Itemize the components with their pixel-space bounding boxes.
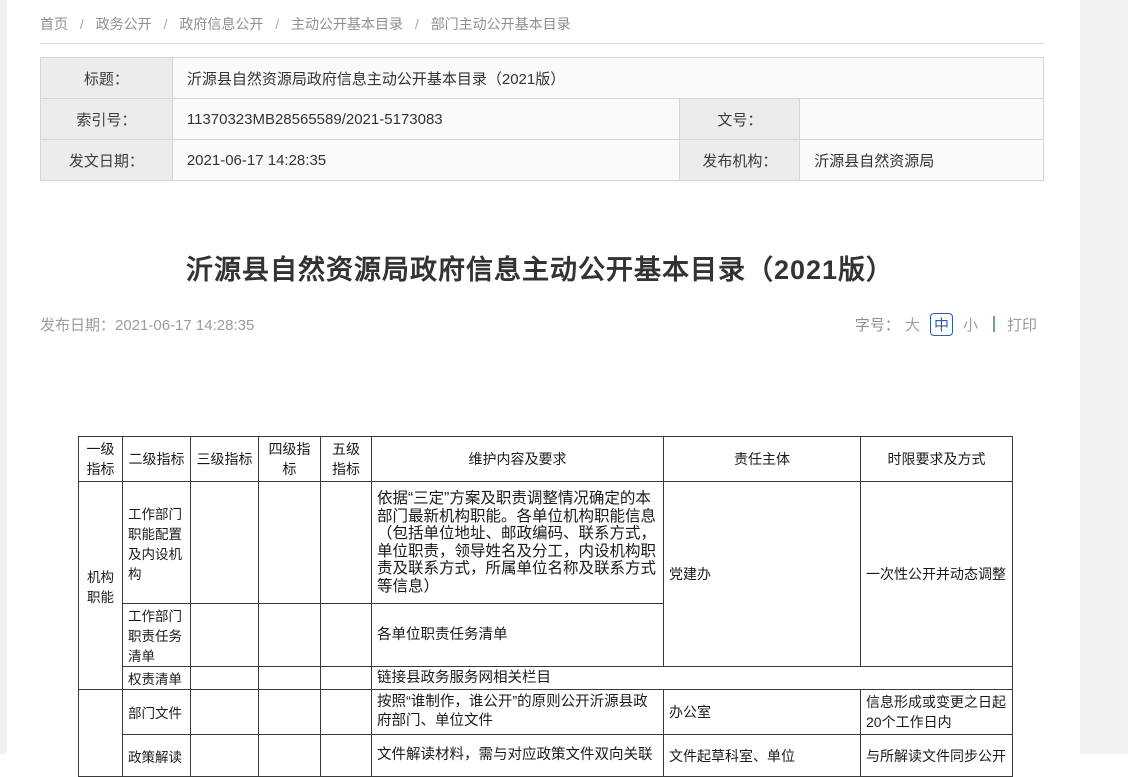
cell-deadline: 信息形成或变更之日起20个工作日内: [861, 690, 1013, 735]
content-area: 首页 / 政务公开 / 政府信息公开 / 主动公开基本目录 / 部门主动公开基本…: [7, 0, 1080, 754]
empty-cell: [191, 482, 259, 604]
empty-cell: [321, 735, 372, 777]
catalog-table: 一级指标 二级指标 三级指标 四级指标 五级指标 维护内容及要求 责任主体 时限…: [78, 436, 1013, 777]
table-row: 权责清单 链接县政务服务网相关栏目: [79, 667, 1013, 690]
info-row-date: 发文日期： 2021-06-17 14:28:35 发布机构： 沂源县自然资源局: [41, 140, 1044, 181]
page-left-margin: [0, 0, 7, 754]
empty-cell: [259, 482, 321, 604]
empty-cell: [191, 604, 259, 667]
empty-cell: [191, 735, 259, 777]
catalog-header-row: 一级指标 二级指标 三级指标 四级指标 五级指标 维护内容及要求 责任主体 时限…: [79, 437, 1013, 482]
font-size-label: 字号：: [855, 314, 900, 335]
font-small-button[interactable]: 小: [963, 314, 978, 335]
cell-content: 依据“三定”方案及职责调整情况确定的本部门最新机构职能。各单位机构职能信息（包括…: [372, 482, 664, 604]
empty-cell: [259, 690, 321, 735]
article-toolbar: 字号： 大 中 小 打印: [855, 313, 1037, 336]
header-responsible: 责任主体: [664, 437, 861, 482]
header-level1: 一级指标: [79, 437, 123, 482]
cell-level2: 工作部门职能配置及内设机构: [123, 482, 191, 604]
empty-cell: [259, 735, 321, 777]
cell-responsible: 文件起草科室、单位: [664, 735, 861, 777]
header-content: 维护内容及要求: [372, 437, 664, 482]
info-label-index: 索引号：: [41, 99, 173, 140]
cell-level2: 政策解读: [123, 735, 191, 777]
info-value-agency: 沂源县自然资源局: [800, 140, 1044, 181]
empty-cell: [321, 690, 372, 735]
breadcrumb-link-gov-info-disclosure[interactable]: 政府信息公开: [179, 16, 263, 32]
empty-cell: [191, 690, 259, 735]
publish-date: 发布日期：2021-06-17 14:28:35: [40, 314, 254, 335]
info-value-docnum: [800, 99, 1044, 140]
font-medium-button[interactable]: 中: [930, 313, 953, 336]
table-row: 政策解读 文件解读材料，需与对应政策文件双向关联 文件起草科室、单位 与所解读文…: [79, 735, 1013, 777]
empty-cell: [79, 690, 123, 777]
breadcrumb-separator: /: [415, 16, 419, 32]
cell-responsible: 党建办: [664, 482, 861, 667]
article-meta-row: 发布日期：2021-06-17 14:28:35 字号： 大 中 小 打印: [40, 310, 1037, 338]
info-label-agency: 发布机构：: [680, 140, 800, 181]
toolbar-divider: [993, 316, 995, 332]
table-row: 部门文件 按照“谁制作，谁公开”的原则公开沂源县政府部门、单位文件 办公室 信息…: [79, 690, 1013, 735]
cell-content: 按照“谁制作，谁公开”的原则公开沂源县政府部门、单位文件: [372, 690, 664, 735]
document-info-table: 标题： 沂源县自然资源局政府信息主动公开基本目录（2021版） 索引号： 113…: [40, 57, 1044, 181]
cell-responsible: 办公室: [664, 690, 861, 735]
cell-deadline: 一次性公开并动态调整: [861, 482, 1013, 667]
info-value-date: 2021-06-17 14:28:35: [172, 140, 680, 181]
cell-deadline: 与所解读文件同步公开: [861, 735, 1013, 777]
info-label-title: 标题：: [41, 58, 173, 99]
breadcrumb-link-active-disclosure-catalog[interactable]: 主动公开基本目录: [291, 16, 403, 32]
empty-cell: [321, 667, 372, 690]
empty-cell: [321, 482, 372, 604]
cell-level2: 部门文件: [123, 690, 191, 735]
cell-content: 文件解读材料，需与对应政策文件双向关联: [372, 735, 664, 777]
table-row: 机构职能 工作部门职能配置及内设机构 依据“三定”方案及职责调整情况确定的本部门…: [79, 482, 1013, 604]
breadcrumb-link-home[interactable]: 首页: [40, 16, 68, 32]
info-label-date: 发文日期：: [41, 140, 173, 181]
header-level5: 五级指标: [321, 437, 372, 482]
header-deadline: 时限要求及方式: [861, 437, 1013, 482]
breadcrumb: 首页 / 政务公开 / 政府信息公开 / 主动公开基本目录 / 部门主动公开基本…: [40, 14, 571, 34]
cell-level2: 工作部门职责任务清单: [123, 604, 191, 667]
info-value-index: 11370323MB28565589/2021-5173083: [172, 99, 680, 140]
page-title: 沂源县自然资源局政府信息主动公开基本目录（2021版）: [40, 248, 1040, 287]
empty-cell: [191, 667, 259, 690]
breadcrumb-separator: /: [275, 16, 279, 32]
breadcrumb-separator: /: [164, 16, 168, 32]
breadcrumb-divider-line: [40, 43, 1044, 44]
print-button[interactable]: 打印: [1007, 314, 1037, 335]
info-row-title: 标题： 沂源县自然资源局政府信息主动公开基本目录（2021版）: [41, 58, 1044, 99]
empty-cell: [259, 667, 321, 690]
breadcrumb-separator: /: [80, 16, 84, 32]
page-right-margin: [1080, 0, 1128, 754]
cell-level2: 权责清单: [123, 667, 191, 690]
cell-content: 链接县政务服务网相关栏目: [372, 667, 1013, 690]
publish-date-label: 发布日期：: [40, 317, 115, 334]
info-label-docnum: 文号：: [680, 99, 800, 140]
cell-content: 各单位职责任务清单: [372, 604, 664, 667]
header-level4: 四级指标: [259, 437, 321, 482]
header-level3: 三级指标: [191, 437, 259, 482]
cell-level1-org-functions: 机构职能: [79, 482, 123, 690]
font-large-button[interactable]: 大: [905, 314, 920, 335]
info-row-index: 索引号： 11370323MB28565589/2021-5173083 文号：: [41, 99, 1044, 140]
header-level2: 二级指标: [123, 437, 191, 482]
breadcrumb-link-government-affairs[interactable]: 政务公开: [96, 16, 152, 32]
publish-date-value: 2021-06-17 14:28:35: [115, 317, 254, 334]
info-value-title: 沂源县自然资源局政府信息主动公开基本目录（2021版）: [172, 58, 1043, 99]
empty-cell: [259, 604, 321, 667]
breadcrumb-link-department-catalog[interactable]: 部门主动公开基本目录: [431, 16, 571, 32]
empty-cell: [321, 604, 372, 667]
